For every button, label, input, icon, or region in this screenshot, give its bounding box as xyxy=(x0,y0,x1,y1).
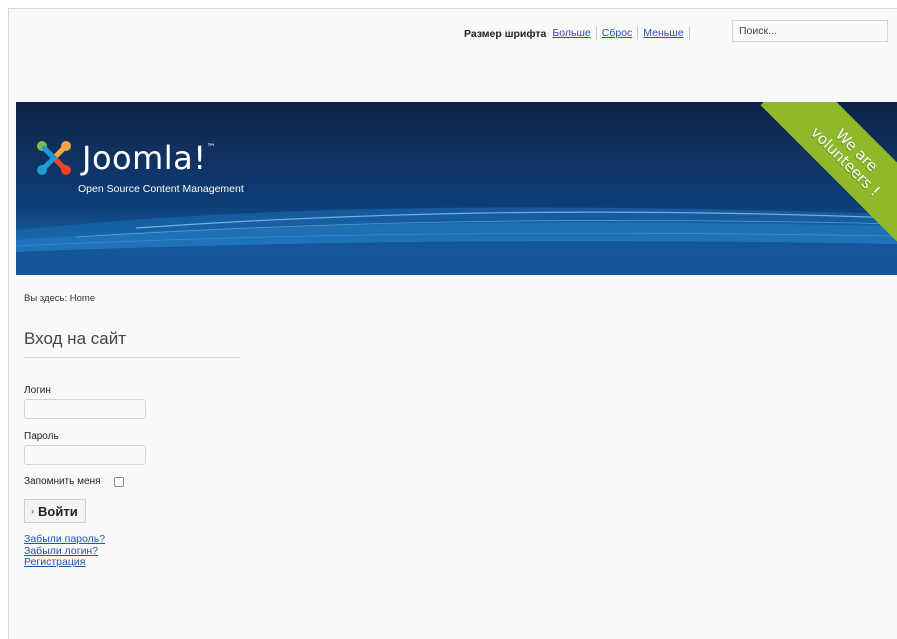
login-button-label: Войти xyxy=(38,503,78,519)
register-link[interactable]: Регистрация xyxy=(24,556,105,569)
font-reset-link[interactable]: Сброс xyxy=(597,27,639,40)
header-banner: Joomla!™ Open Source Content Management … xyxy=(16,102,897,275)
font-smaller-link[interactable]: Меньше xyxy=(638,27,690,40)
remember-me-checkbox[interactable] xyxy=(113,476,124,487)
font-size-label: Размер шрифта xyxy=(464,27,547,40)
password-label: Пароль xyxy=(24,431,59,442)
login-module-title: Вход на сайт xyxy=(24,329,241,358)
site-tagline: Open Source Content Management xyxy=(78,183,244,195)
font-bigger-link[interactable]: Больше xyxy=(552,27,597,40)
password-input[interactable] xyxy=(24,445,146,465)
remember-me-row: Запомнить меня xyxy=(24,476,124,487)
remember-me-label: Запомнить меня xyxy=(24,476,101,487)
username-label: Логин xyxy=(24,385,51,396)
login-button[interactable]: › Войти xyxy=(24,499,86,523)
breadcrumb: Вы здесь: Home xyxy=(24,293,96,304)
joomla-logo[interactable]: Joomla!™ xyxy=(34,138,216,178)
font-size-controls: Размер шрифта Больше Сброс Меньше xyxy=(464,27,690,40)
username-input[interactable] xyxy=(24,399,146,419)
logo-wordmark: Joomla!™ xyxy=(82,139,217,177)
login-help-links: Забыли пароль? Забыли логин? Регистрация xyxy=(24,533,105,569)
search-input[interactable] xyxy=(732,20,888,42)
chevron-right-icon: › xyxy=(31,506,34,516)
joomla-logo-icon xyxy=(37,141,71,175)
forgot-password-link[interactable]: Забыли пароль? xyxy=(24,533,105,546)
